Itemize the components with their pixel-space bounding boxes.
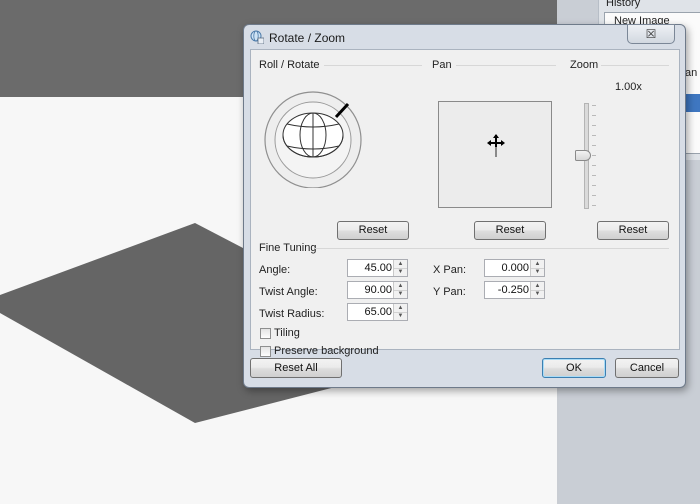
history-title: History: [606, 0, 641, 9]
dialog-button-bar: Reset All OK Cancel: [244, 350, 685, 387]
tiling-label[interactable]: Tiling: [274, 327, 300, 339]
move-cross-icon: [487, 134, 505, 157]
reset-rotate-label: Reset: [358, 224, 388, 236]
pan-header: Pan: [432, 59, 452, 71]
spin-down-icon[interactable]: ▼: [394, 312, 407, 320]
twist-angle-spinner[interactable]: 90.00 ▲ ▼: [347, 281, 408, 299]
cancel-label: Cancel: [629, 362, 665, 374]
twist-angle-stepper[interactable]: ▲ ▼: [393, 282, 407, 298]
reset-all-label: Reset All: [274, 362, 318, 374]
reset-pan-label: Reset: [495, 224, 525, 236]
x-pan-label: X Pan:: [433, 264, 467, 276]
roll-rotate-header: Roll / Rotate: [259, 59, 320, 71]
spin-down-icon[interactable]: ▼: [531, 290, 544, 298]
tiling-checkbox[interactable]: [260, 328, 271, 339]
reset-zoom-label: Reset: [618, 224, 648, 236]
twist-radius-label: Twist Radius:: [259, 308, 325, 320]
ok-label: OK: [566, 362, 582, 374]
y-pan-value: -0.250: [497, 284, 529, 296]
y-pan-label: Y Pan:: [433, 286, 466, 298]
twist-radius-stepper[interactable]: ▲ ▼: [393, 304, 407, 320]
pan-separator: [456, 65, 556, 66]
angle-spinner[interactable]: 45.00 ▲ ▼: [347, 259, 408, 277]
close-button[interactable]: ☒: [627, 24, 675, 44]
twist-angle-label: Twist Angle:: [259, 286, 318, 298]
cancel-button[interactable]: Cancel: [615, 358, 679, 378]
zoom-separator: [601, 65, 669, 66]
dialog-title: Rotate / Zoom: [269, 31, 346, 45]
ok-button[interactable]: OK: [542, 358, 606, 378]
spin-down-icon[interactable]: ▼: [394, 268, 407, 276]
y-pan-stepper[interactable]: ▲ ▼: [530, 282, 544, 298]
reset-pan-button[interactable]: Reset: [474, 221, 546, 240]
fine-tuning-header: Fine Tuning: [259, 242, 317, 254]
reset-zoom-button[interactable]: Reset: [597, 221, 669, 240]
rotate-zoom-dialog: Rotate / Zoom ☒ Roll / Rotate Pan Zoom 1…: [243, 24, 686, 388]
dialog-client-area: Roll / Rotate Pan Zoom 1.00x Reset Reset…: [250, 49, 680, 357]
spin-down-icon[interactable]: ▼: [531, 268, 544, 276]
fine-tuning-separator: [315, 248, 669, 249]
y-pan-spinner[interactable]: -0.250 ▲ ▼: [484, 281, 545, 299]
zoom-value: 1.00x: [615, 81, 642, 93]
twist-radius-value: 65.00: [364, 306, 392, 318]
angle-label: Angle:: [259, 264, 291, 276]
reset-rotate-button[interactable]: Reset: [337, 221, 409, 240]
x-pan-stepper[interactable]: ▲ ▼: [530, 260, 544, 276]
rotate-zoom-icon: [250, 30, 264, 44]
reset-all-button[interactable]: Reset All: [250, 358, 342, 378]
twist-angle-value: 90.00: [364, 284, 392, 296]
x-pan-spinner[interactable]: 0.000 ▲ ▼: [484, 259, 545, 277]
title-bar[interactable]: Rotate / Zoom ☒: [244, 24, 685, 49]
roll-rotate-separator: [324, 65, 422, 66]
zoom-header: Zoom: [570, 59, 599, 71]
rotate-globe-control[interactable]: [263, 90, 365, 188]
zoom-slider-thumb[interactable]: [575, 150, 591, 161]
close-icon: ☒: [645, 27, 657, 41]
spin-down-icon[interactable]: ▼: [394, 290, 407, 298]
angle-value: 45.00: [364, 262, 392, 274]
pan-control[interactable]: [438, 101, 552, 208]
x-pan-value: 0.000: [501, 262, 529, 274]
angle-stepper[interactable]: ▲ ▼: [393, 260, 407, 276]
twist-radius-spinner[interactable]: 65.00 ▲ ▼: [347, 303, 408, 321]
